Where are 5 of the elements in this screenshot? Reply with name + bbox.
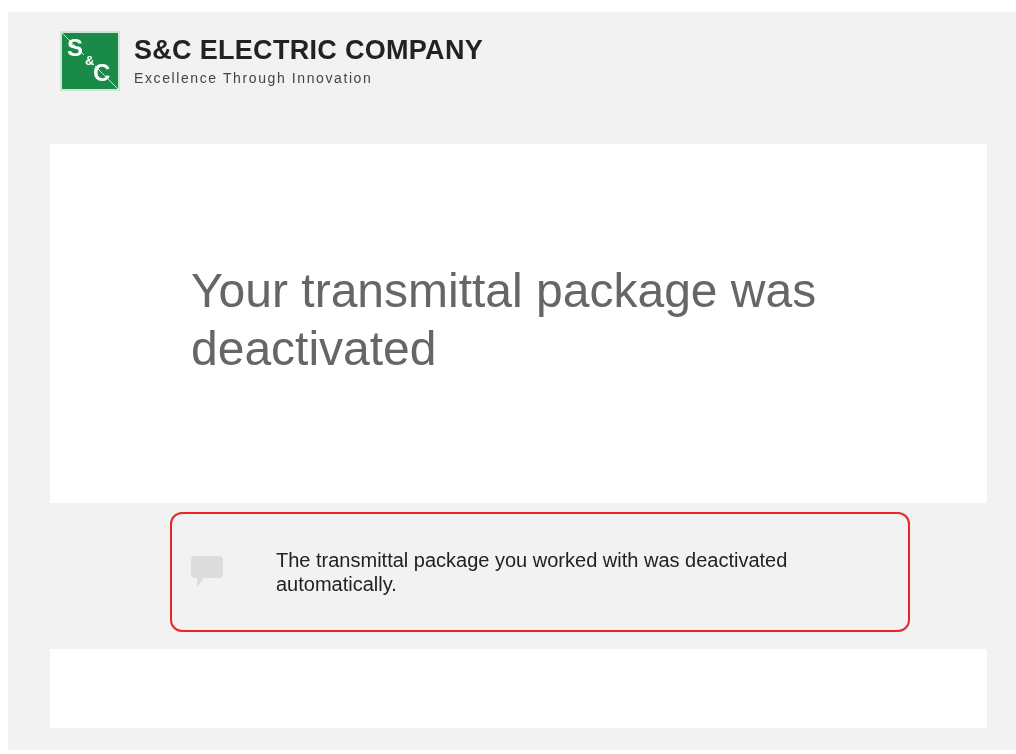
page-heading: Your transmittal package was deactivated <box>191 263 818 377</box>
company-tagline: Excellence Through Innovation <box>134 69 374 86</box>
notice-text: The transmittal package you worked with was deactivated automatically. <box>276 548 789 596</box>
company-name: S&C ELECTRIC COMPANY <box>134 36 483 64</box>
logo-letter: & <box>84 54 96 67</box>
